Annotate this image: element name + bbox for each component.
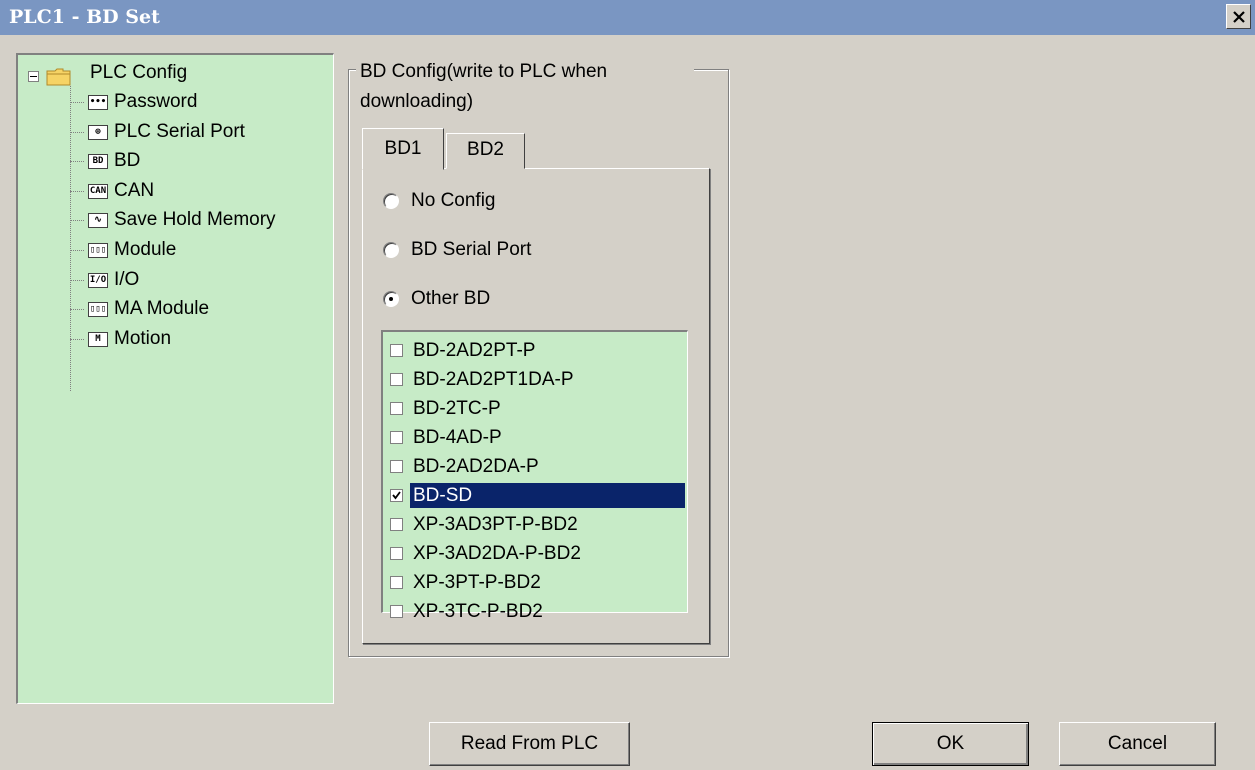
checkmark-icon — [392, 491, 401, 500]
tree-item-can[interactable]: CAN CAN — [18, 177, 318, 205]
can-icon: CAN — [88, 183, 108, 199]
tree-item-ma-module[interactable]: ▯▯▯ MA Module — [18, 295, 318, 323]
checkbox[interactable] — [390, 431, 403, 444]
folder-icon — [46, 68, 71, 86]
radio-bd-serial-port-label[interactable]: BD Serial Port — [411, 238, 531, 262]
list-item[interactable]: XP-3AD3PT-P-BD2 — [385, 510, 685, 538]
radio-other-bd-indicator[interactable] — [383, 291, 399, 307]
tree-label-plc-config: PLC Config — [90, 62, 188, 83]
ma-module-icon: ▯▯▯ — [88, 302, 108, 318]
tree-item-label: Save Hold Memory — [114, 209, 276, 231]
checkbox[interactable] — [390, 344, 403, 357]
window-title: PLC1 - BD Set — [9, 6, 160, 28]
list-item-label: BD-2AD2PT1DA-P — [413, 369, 574, 390]
list-item-label: BD-2AD2PT-P — [413, 340, 536, 361]
radio-no-config-label[interactable]: No Config — [411, 189, 496, 213]
list-item[interactable]: BD-SD — [385, 481, 685, 509]
collapse-icon[interactable] — [28, 71, 39, 82]
list-item-label: XP-3AD2DA-P-BD2 — [413, 543, 581, 564]
memory-icon: ∿ — [88, 213, 108, 229]
list-item-label: BD-2AD2DA-P — [413, 456, 539, 477]
list-item[interactable]: BD-2AD2PT-P — [385, 336, 685, 364]
list-item[interactable]: BD-4AD-P — [385, 423, 685, 451]
cancel-button[interactable]: Cancel — [1059, 722, 1216, 766]
bd-checklist[interactable]: BD-2AD2PT-P BD-2AD2PT1DA-P BD-2TC-P BD-4AD-… — [381, 330, 688, 622]
radio-other-bd-label[interactable]: Other BD — [411, 287, 490, 311]
tree-item-label: CAN — [114, 179, 155, 201]
module-icon: ▯▯▯ — [88, 243, 108, 258]
checkbox[interactable] — [390, 460, 403, 473]
tree-item-label: MA Module — [114, 298, 210, 320]
list-item-label: BD-2TC-P — [413, 398, 501, 419]
list-item-label: BD-SD — [410, 483, 685, 508]
tab-bd1[interactable]: BD1 — [362, 128, 444, 170]
close-icon — [1233, 11, 1245, 23]
list-item-label: XP-3AD3PT-P-BD2 — [413, 514, 578, 535]
password-icon: ••• — [88, 95, 108, 110]
tree-item-password[interactable]: ••• Password — [18, 88, 318, 116]
tree-item-label: Password — [114, 91, 198, 112]
read-from-plc-button[interactable]: Read From PLC — [429, 722, 630, 766]
tree-item-save-hold-memory[interactable]: ∿ Save Hold Memory — [18, 206, 318, 234]
ok-button[interactable]: OK — [872, 722, 1029, 766]
tree-item-bd[interactable]: BD BD — [18, 147, 318, 175]
config-tree[interactable]: PLC Config ••• Password ⊕ PLC Serial Port BD… — [16, 53, 334, 704]
serial-port-icon: ⊕ — [88, 124, 108, 140]
list-item-label: BD-4AD-P — [413, 427, 502, 448]
close-button[interactable] — [1226, 4, 1251, 29]
tree-item-label: Motion — [114, 327, 172, 349]
list-item[interactable]: BD-2AD2PT1DA-P — [385, 365, 685, 393]
group-caption-line1: BD Config(write to PLC when — [360, 61, 608, 82]
checkbox[interactable] — [390, 402, 403, 415]
checkbox[interactable] — [390, 547, 403, 560]
checkbox[interactable] — [390, 373, 403, 386]
io-icon: I/O — [88, 272, 108, 288]
tree-item-i-o[interactable]: I/O I/O — [18, 266, 318, 294]
tree-item-label: PLC Serial Port — [114, 120, 245, 142]
title-bar: PLC1 - BD Set — [0, 0, 1255, 35]
checkbox[interactable] — [390, 605, 403, 618]
tree-item-label: Module — [114, 239, 177, 260]
tree-item-motion[interactable]: M Motion — [18, 325, 318, 353]
list-item-label: XP-3PT-P-BD2 — [413, 572, 541, 593]
list-item[interactable]: XP-3AD2DA-P-BD2 — [385, 539, 685, 567]
tree-item-module[interactable]: ▯▯▯ Module — [18, 236, 318, 264]
list-item[interactable]: BD-2AD2DA-P — [385, 452, 685, 480]
checkbox[interactable] — [390, 576, 403, 589]
tree-item-label: BD — [114, 150, 141, 172]
tab-bd2[interactable]: BD2 — [446, 133, 525, 169]
tree-item-plc-config[interactable]: PLC Config — [18, 59, 318, 87]
tree-item-plc-serial-port[interactable]: ⊕ PLC Serial Port — [18, 118, 318, 146]
tree-item-label: I/O — [114, 268, 140, 290]
checkbox[interactable] — [390, 489, 403, 502]
list-item-label: XP-3TC-P-BD2 — [413, 601, 543, 622]
list-item[interactable]: BD-2TC-P — [385, 394, 685, 422]
group-caption-line2: downloading) — [360, 91, 474, 112]
list-item[interactable]: XP-3PT-P-BD2 — [385, 568, 685, 596]
checkbox[interactable] — [390, 518, 403, 531]
group-caption: BD Config(write to PLC when downloading) — [356, 57, 694, 117]
radio-bd-serial-port-indicator[interactable] — [383, 242, 399, 258]
radio-no-config-indicator[interactable] — [383, 193, 399, 209]
list-item[interactable]: XP-3TC-P-BD2 — [385, 597, 685, 625]
motion-icon: M — [88, 331, 108, 347]
bd-icon: BD — [88, 154, 108, 170]
